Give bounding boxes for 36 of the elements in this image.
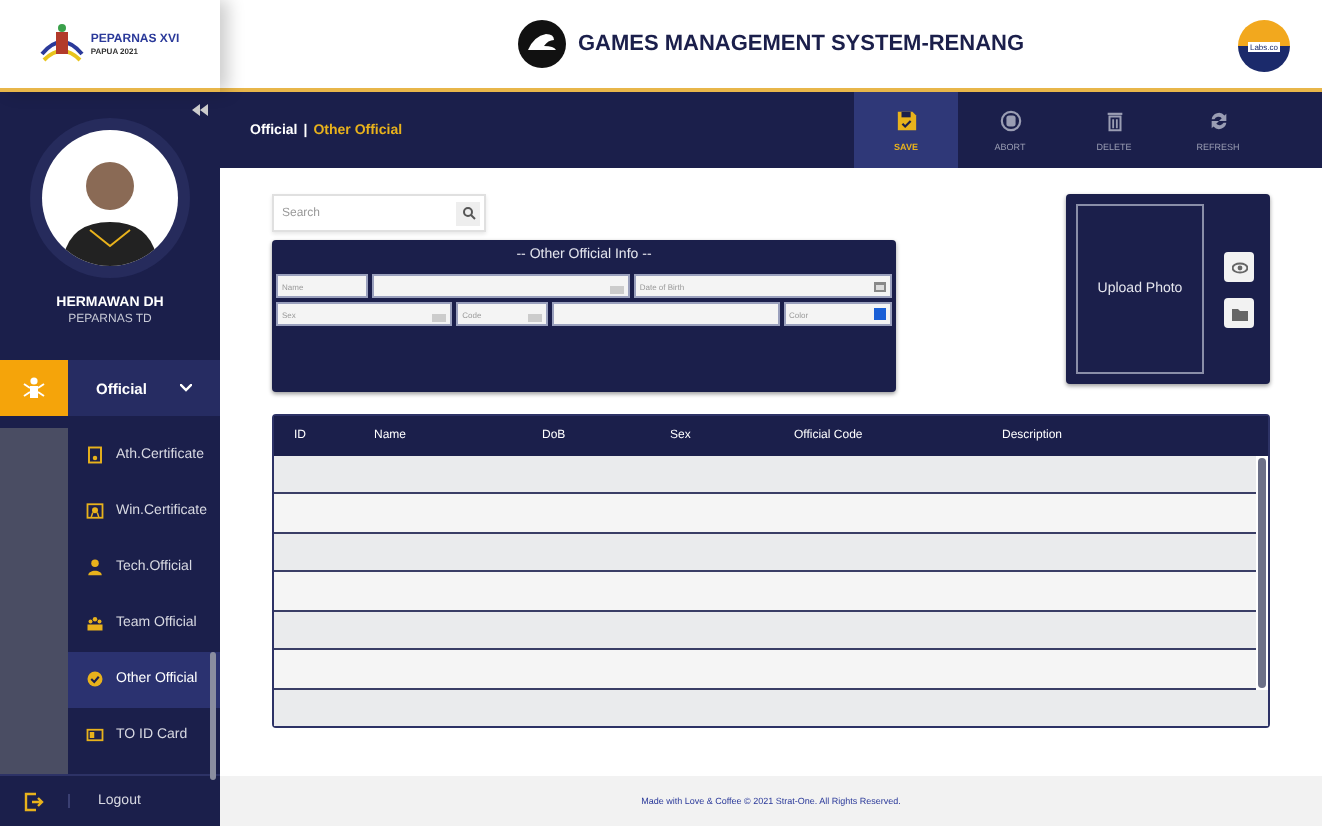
trash-icon xyxy=(1103,109,1125,131)
table-row[interactable] xyxy=(274,689,1268,726)
eye-icon xyxy=(1231,259,1247,275)
certificate-icon xyxy=(86,446,104,464)
chevron-icon xyxy=(180,384,192,392)
refresh-icon xyxy=(1207,109,1229,131)
app-title: GAMES MANAGEMENT SYSTEM-RENANG xyxy=(577,32,1025,56)
table-row[interactable] xyxy=(274,611,1256,651)
table-row[interactable] xyxy=(274,572,1256,612)
browse-button[interactable] xyxy=(1224,298,1254,328)
input-field[interactable] xyxy=(552,302,780,326)
view-button[interactable] xyxy=(1224,252,1254,282)
logout-icon[interactable] xyxy=(24,791,44,811)
app-logo-icon xyxy=(517,20,566,68)
table-row[interactable] xyxy=(274,533,1256,573)
officials-icon xyxy=(22,376,46,400)
person-icon xyxy=(86,558,104,576)
menu-section-tile[interactable] xyxy=(0,360,68,416)
stop-hand-icon xyxy=(999,109,1021,131)
table-row[interactable] xyxy=(274,494,1256,534)
save-icon xyxy=(895,109,917,131)
team-icon xyxy=(86,614,104,632)
id-card-icon xyxy=(86,726,104,744)
table-row[interactable] xyxy=(274,650,1256,690)
check-circle-icon xyxy=(86,670,104,688)
dropdown-field[interactable] xyxy=(371,274,630,298)
color-swatch[interactable] xyxy=(874,308,887,320)
award-icon xyxy=(86,502,104,520)
collapse-icon[interactable] xyxy=(192,104,208,116)
calendar-icon[interactable] xyxy=(874,280,886,292)
folder-icon xyxy=(1231,305,1247,321)
games-logo-icon xyxy=(40,22,85,66)
table-row[interactable] xyxy=(274,456,1256,495)
scrollbar[interactable] xyxy=(1258,458,1266,688)
avatar xyxy=(42,130,178,266)
search-icon[interactable] xyxy=(461,206,475,220)
